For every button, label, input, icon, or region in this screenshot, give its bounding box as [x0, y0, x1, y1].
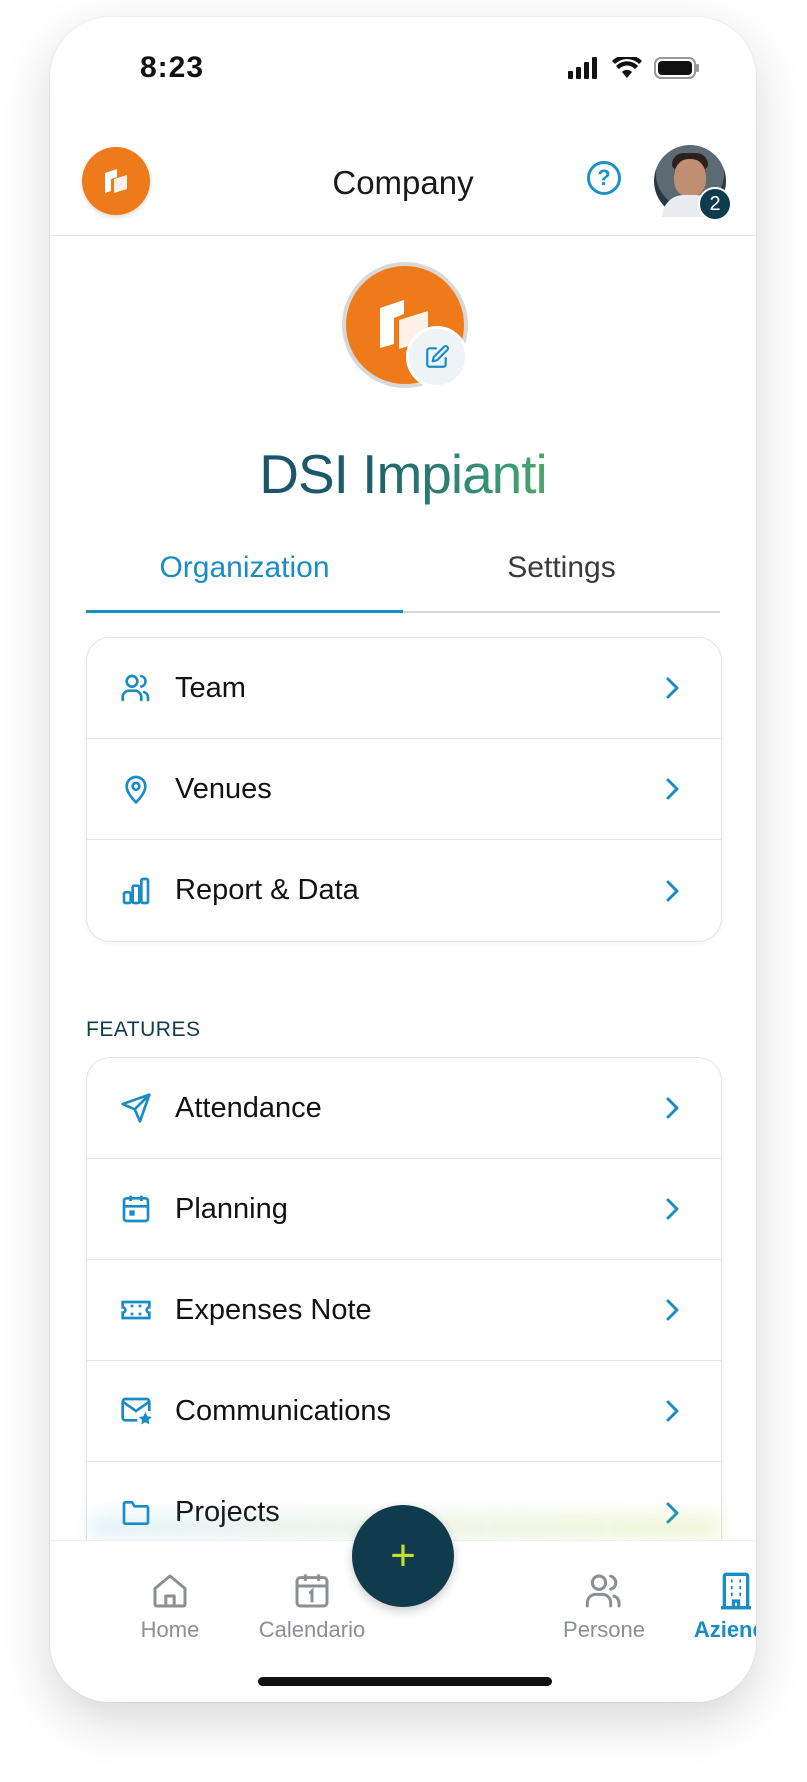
chevron-right-icon	[661, 676, 685, 700]
list-item-label: Expenses Note	[175, 1293, 372, 1326]
list-item-communications[interactable]: Communications	[87, 1361, 721, 1462]
list-item-planning[interactable]: Planning	[87, 1159, 721, 1260]
section-label-features: FEATURES	[86, 1018, 201, 1041]
list-item-label: Planning	[175, 1192, 288, 1225]
tabbar-item-azienda[interactable]: Azienda	[666, 1567, 756, 1643]
chevron-right-icon	[661, 1197, 685, 1221]
help-icon[interactable]: ?	[587, 161, 621, 195]
wifi-icon	[612, 54, 642, 84]
users-icon	[117, 669, 155, 707]
send-icon	[117, 1089, 155, 1127]
tabbar-item-label: Persone	[563, 1617, 645, 1642]
signal-icon	[568, 57, 600, 84]
list-item-attendance[interactable]: Attendance	[87, 1058, 721, 1159]
battery-icon	[654, 57, 700, 84]
tab-organization[interactable]: Organization	[86, 537, 403, 613]
avatar[interactable]: 2	[654, 145, 732, 221]
list-item-label: Team	[175, 671, 246, 704]
calendar-icon	[117, 1190, 155, 1228]
edit-logo-button[interactable]	[406, 326, 468, 388]
chevron-right-icon	[661, 1096, 685, 1120]
tabbar-item-persone[interactable]: Persone	[534, 1567, 674, 1643]
status-time: 8:23	[140, 51, 205, 84]
home-icon	[100, 1567, 240, 1611]
tab-settings[interactable]: Settings	[403, 537, 720, 611]
home-indicator	[258, 1677, 552, 1686]
list-item-venues[interactable]: Venues	[87, 739, 721, 840]
company-name: DSI Impianti	[50, 442, 756, 506]
list-item-label: Communications	[175, 1394, 391, 1427]
ticket-icon	[117, 1291, 155, 1329]
notification-badge: 2	[698, 187, 732, 221]
app-header: Company ? 2	[50, 127, 756, 236]
list-item-label: Venues	[175, 772, 272, 805]
features-card: Attendance Planning Expenses Note Commun…	[86, 1057, 722, 1578]
tabbar-item-label: Azienda	[693, 1617, 756, 1642]
organization-card: Team Venues Report & Data	[86, 637, 722, 942]
list-item-report-data[interactable]: Report & Data	[87, 840, 721, 941]
building-icon	[666, 1567, 756, 1611]
status-icons	[568, 54, 700, 84]
users-icon	[534, 1567, 674, 1611]
chevron-right-icon	[661, 1298, 685, 1322]
map-pin-icon	[117, 770, 155, 808]
list-item-label: Report & Data	[175, 874, 359, 906]
page-title: Company	[332, 164, 474, 201]
tabbar-item-label: Calendario	[258, 1617, 366, 1642]
list-item-expenses-note[interactable]: Expenses Note	[87, 1260, 721, 1361]
phone-frame: 8:23 Company ? 2 DSI Impianti Organizati…	[50, 17, 756, 1702]
list-item-team[interactable]: Team	[87, 638, 721, 739]
tabbar-item-home[interactable]: Home	[100, 1567, 240, 1643]
chevron-right-icon	[661, 1399, 685, 1423]
tabbar-item-label: Home	[140, 1617, 200, 1642]
tab-bar: Organization Settings	[86, 537, 720, 613]
edit-icon	[426, 345, 449, 368]
add-button[interactable]: +	[352, 1505, 454, 1607]
mail-star-icon	[117, 1392, 155, 1430]
status-bar: 8:23	[50, 17, 756, 117]
chevron-right-icon	[661, 777, 685, 801]
list-item-label: Attendance	[175, 1091, 322, 1124]
bar-chart-icon	[117, 872, 155, 910]
chevron-right-icon	[661, 879, 685, 903]
